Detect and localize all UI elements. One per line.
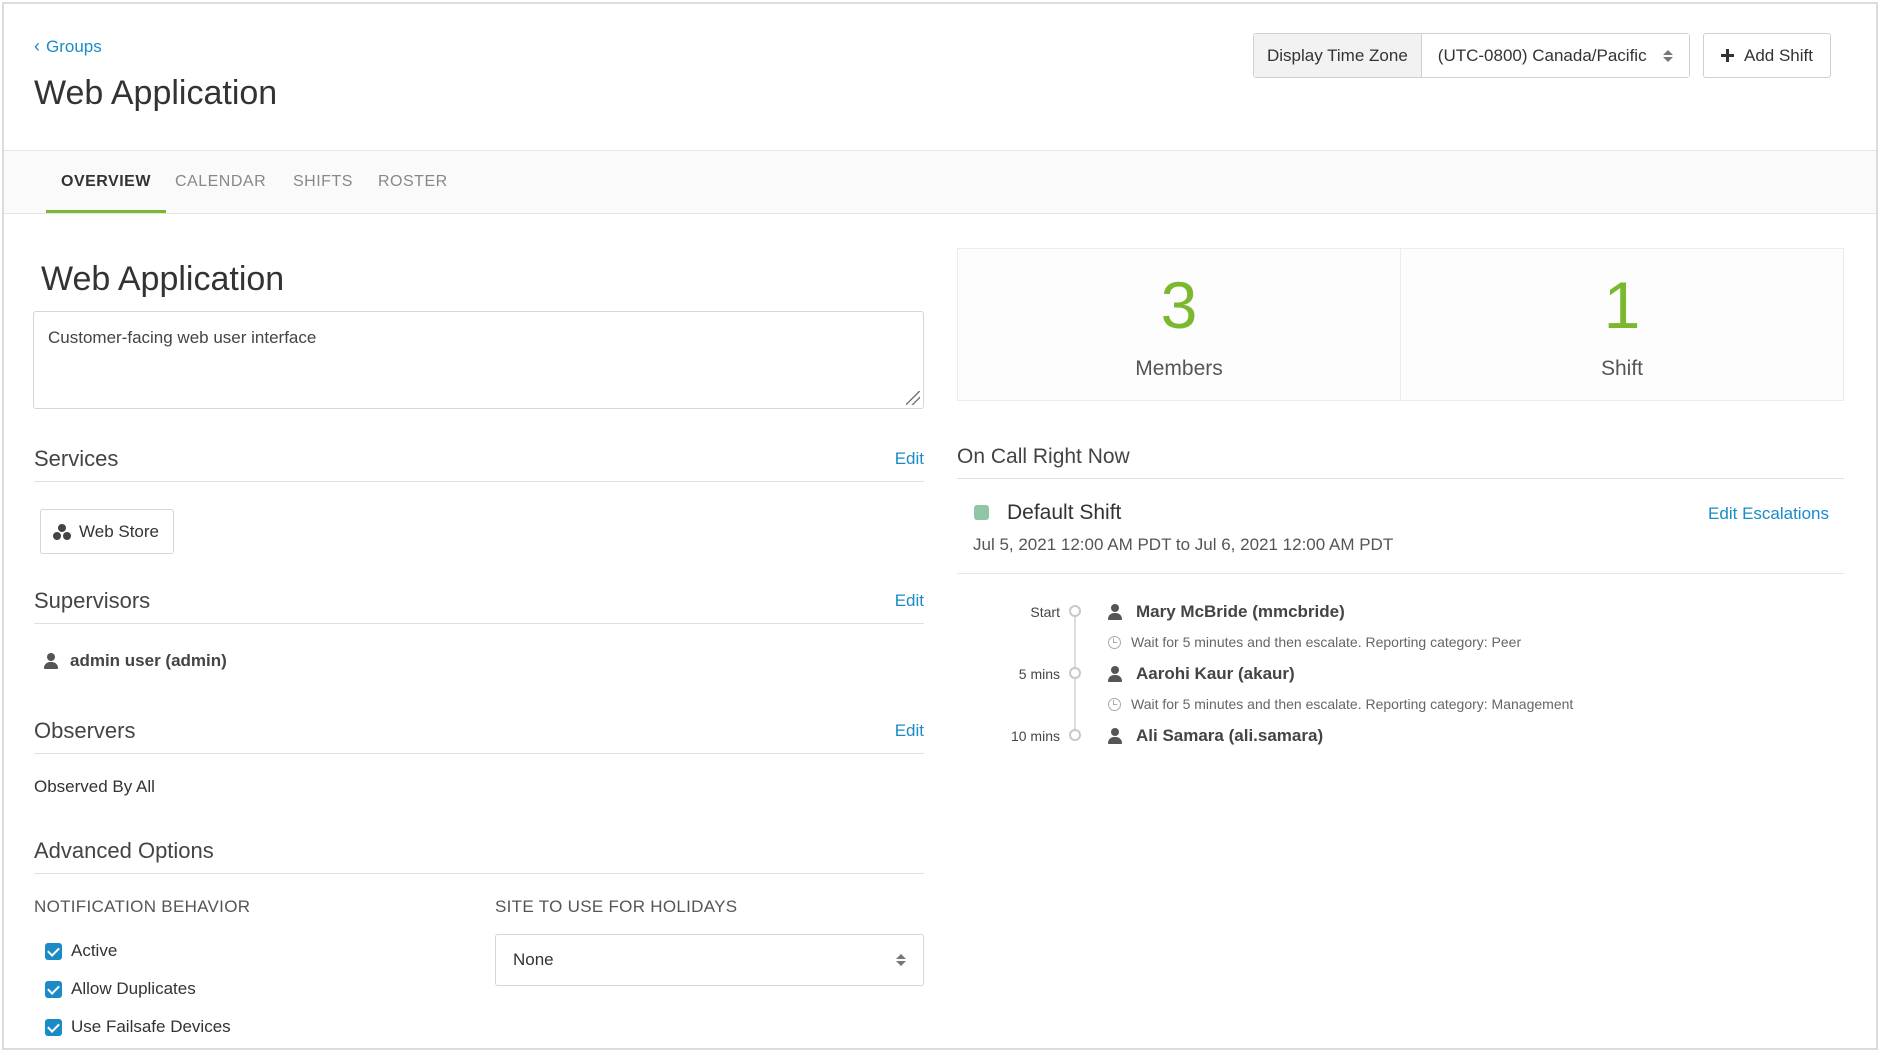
checkbox-checked-icon[interactable] bbox=[45, 980, 62, 998]
active-checkbox[interactable]: Active bbox=[45, 941, 117, 961]
checkbox-checked-icon[interactable] bbox=[45, 1018, 62, 1036]
shift-time-range: Jul 5, 2021 12:00 AM PDT to Jul 6, 2021 … bbox=[973, 535, 1394, 554]
user-icon bbox=[1108, 604, 1122, 620]
back-to-groups-link[interactable]: ‹ Groups bbox=[34, 36, 102, 57]
back-link-label: Groups bbox=[46, 37, 102, 56]
escalation-user-name: Aarohi Kaur (akaur) bbox=[1136, 664, 1295, 683]
tab-bar: OVERVIEW CALENDAR SHIFTS ROSTER bbox=[4, 150, 1876, 214]
supervisors-edit-link[interactable]: Edit bbox=[895, 591, 924, 611]
user-icon bbox=[1108, 666, 1122, 682]
escalation-note-text: Wait for 5 minutes and then escalate. Re… bbox=[1131, 634, 1522, 650]
plus-icon bbox=[1721, 49, 1734, 62]
group-name-heading: Web Application bbox=[41, 260, 285, 298]
chevron-left-icon: ‹ bbox=[34, 36, 40, 56]
supervisor-name: admin user (admin) bbox=[70, 651, 227, 670]
resize-handle-icon[interactable] bbox=[906, 391, 920, 405]
shift-stat[interactable]: 1 Shift bbox=[1400, 249, 1843, 400]
on-call-title: On Call Right Now bbox=[957, 445, 1130, 468]
services-section-header: Services Edit bbox=[34, 446, 924, 482]
services-edit-link[interactable]: Edit bbox=[895, 449, 924, 469]
notification-behavior-label: NOTIFICATION BEHAVIOR bbox=[34, 897, 251, 916]
observers-edit-link[interactable]: Edit bbox=[895, 721, 924, 741]
tab-roster[interactable]: ROSTER bbox=[378, 151, 448, 213]
escalation-wait-note: Wait for 5 minutes and then escalate. Re… bbox=[1108, 634, 1521, 650]
supervisors-title: Supervisors bbox=[34, 588, 151, 613]
supervisors-section-header: Supervisors Edit bbox=[34, 588, 924, 624]
timeline-node-icon bbox=[1069, 605, 1081, 617]
escalation-time-label: 5 mins bbox=[1018, 666, 1060, 682]
shift-color-swatch bbox=[974, 505, 989, 520]
timeline-node-icon bbox=[1069, 667, 1081, 679]
escalation-user-name: Ali Samara (ali.samara) bbox=[1136, 726, 1324, 745]
shift-name: Default Shift bbox=[1007, 501, 1122, 524]
holiday-site-label: SITE TO USE FOR HOLIDAYS bbox=[495, 897, 738, 916]
tab-calendar[interactable]: CALENDAR bbox=[175, 151, 266, 213]
description-text: Customer-facing web user interface bbox=[48, 328, 317, 347]
observers-section-header: Observers Edit bbox=[34, 718, 924, 754]
members-stat[interactable]: 3 Members bbox=[958, 249, 1400, 400]
shift-count: 1 bbox=[1603, 268, 1641, 342]
active-checkbox-label: Active bbox=[71, 941, 118, 960]
holiday-site-value: None bbox=[513, 950, 554, 969]
escalation-user-name: Mary McBride (mmcbride) bbox=[1136, 602, 1345, 621]
allow-duplicates-label: Allow Duplicates bbox=[71, 979, 196, 998]
stats-panel: 3 Members 1 Shift bbox=[957, 248, 1844, 401]
cubes-icon bbox=[53, 523, 71, 540]
select-arrows-icon bbox=[896, 954, 906, 966]
timezone-value: (UTC-0800) Canada/Pacific bbox=[1437, 46, 1647, 65]
escalation-wait-note: Wait for 5 minutes and then escalate. Re… bbox=[1108, 696, 1573, 712]
use-failsafe-devices-label: Use Failsafe Devices bbox=[71, 1017, 231, 1036]
user-icon bbox=[1108, 728, 1122, 744]
services-title: Services bbox=[34, 446, 119, 471]
add-shift-label: Add Shift bbox=[1744, 45, 1813, 65]
advanced-options-header: Advanced Options bbox=[34, 838, 924, 874]
clock-icon bbox=[1108, 697, 1121, 711]
service-chip-label: Web Store bbox=[79, 521, 160, 541]
checkbox-checked-icon[interactable] bbox=[45, 942, 62, 960]
timezone-label: Display Time Zone bbox=[1254, 34, 1422, 77]
service-chip-web-store[interactable]: Web Store bbox=[40, 509, 175, 554]
observers-title: Observers bbox=[34, 718, 136, 743]
holiday-site-select[interactable]: None bbox=[495, 934, 924, 986]
add-shift-button[interactable]: Add Shift bbox=[1703, 33, 1831, 78]
timezone-select[interactable]: (UTC-0800) Canada/Pacific bbox=[1421, 34, 1689, 77]
shift-label: Shift bbox=[1600, 357, 1644, 380]
allow-duplicates-checkbox[interactable]: Allow Duplicates bbox=[45, 979, 196, 999]
escalation-time-label: Start bbox=[1030, 604, 1060, 620]
tab-overview[interactable]: OVERVIEW bbox=[46, 151, 166, 213]
supervisor-item: admin user (admin) bbox=[44, 651, 227, 671]
escalation-user[interactable]: Ali Samara (ali.samara) bbox=[1108, 726, 1323, 746]
escalation-time-label: 10 mins bbox=[1010, 728, 1060, 744]
members-count: 3 bbox=[1160, 268, 1198, 342]
edit-escalations-link[interactable]: Edit Escalations bbox=[1708, 504, 1829, 524]
escalation-user[interactable]: Aarohi Kaur (akaur) bbox=[1108, 664, 1295, 684]
escalation-user[interactable]: Mary McBride (mmcbride) bbox=[1108, 602, 1345, 622]
on-call-header: On Call Right Now bbox=[957, 445, 1844, 479]
observers-value: Observed By All bbox=[34, 777, 155, 796]
use-failsafe-devices-checkbox[interactable]: Use Failsafe Devices bbox=[45, 1017, 231, 1037]
members-label: Members bbox=[1135, 357, 1223, 380]
timeline-node-icon bbox=[1069, 729, 1081, 741]
user-icon bbox=[44, 653, 58, 669]
tab-shifts[interactable]: SHIFTS bbox=[293, 151, 353, 213]
timezone-control: Display Time Zone (UTC-0800) Canada/Paci… bbox=[1253, 33, 1690, 78]
page-title: Web Application bbox=[34, 74, 278, 112]
on-call-shift-row: Default Shift Jul 5, 2021 12:00 AM PDT t… bbox=[957, 480, 1844, 574]
select-arrows-icon bbox=[1662, 49, 1673, 62]
description-textarea[interactable]: Customer-facing web user interface bbox=[33, 311, 924, 409]
escalation-note-text: Wait for 5 minutes and then escalate. Re… bbox=[1131, 696, 1574, 712]
advanced-options-title: Advanced Options bbox=[34, 838, 214, 863]
clock-icon bbox=[1108, 635, 1121, 649]
